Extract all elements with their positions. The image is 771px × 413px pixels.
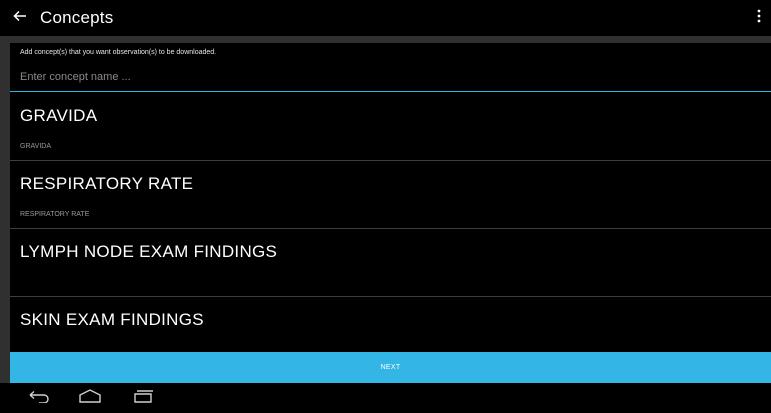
nav-back-icon xyxy=(29,389,51,408)
concept-name: GRAVIDA xyxy=(20,106,98,125)
concept-subtitle: RESPIRATORY RATE xyxy=(20,211,90,218)
concepts-panel: Add concept(s) that you want observation… xyxy=(10,43,771,352)
concept-list: GRAVIDA GRAVIDA RESPIRATORY RATE RESPIRA… xyxy=(10,93,771,352)
concept-name: SKIN EXAM FINDINGS xyxy=(20,310,204,329)
nav-back-button[interactable] xyxy=(23,383,57,413)
list-item[interactable]: LYMPH NODE EXAM FINDINGS xyxy=(10,229,771,297)
concept-name: RESPIRATORY RATE xyxy=(20,174,194,193)
back-button[interactable] xyxy=(0,0,40,36)
concept-subtitle: GRAVIDA xyxy=(20,143,51,150)
overflow-menu-icon xyxy=(757,9,761,28)
nav-home-button[interactable] xyxy=(73,383,107,413)
action-bar: Concepts xyxy=(0,0,771,36)
nav-home-icon xyxy=(78,388,102,408)
system-nav-bar xyxy=(0,383,771,413)
nav-recents-button[interactable] xyxy=(128,383,162,413)
concept-name: LYMPH NODE EXAM FINDINGS xyxy=(20,242,278,261)
page-title: Concepts xyxy=(40,8,114,27)
nav-recents-icon xyxy=(134,389,156,408)
overflow-menu-button[interactable] xyxy=(747,0,771,36)
next-button[interactable]: NEXT xyxy=(10,352,771,383)
arrow-left-icon xyxy=(13,9,27,27)
list-item[interactable]: SKIN EXAM FINDINGS xyxy=(10,297,771,352)
search-underline xyxy=(10,91,771,92)
instruction-text: Add concept(s) that you want observation… xyxy=(20,49,217,56)
concepts-screen: Concepts Add concept(s) that you want ob… xyxy=(0,0,771,413)
concept-search-input[interactable] xyxy=(20,69,760,85)
search-field xyxy=(10,62,771,93)
list-item[interactable]: RESPIRATORY RATE RESPIRATORY RATE xyxy=(10,161,771,229)
list-item[interactable]: GRAVIDA GRAVIDA xyxy=(10,93,771,161)
